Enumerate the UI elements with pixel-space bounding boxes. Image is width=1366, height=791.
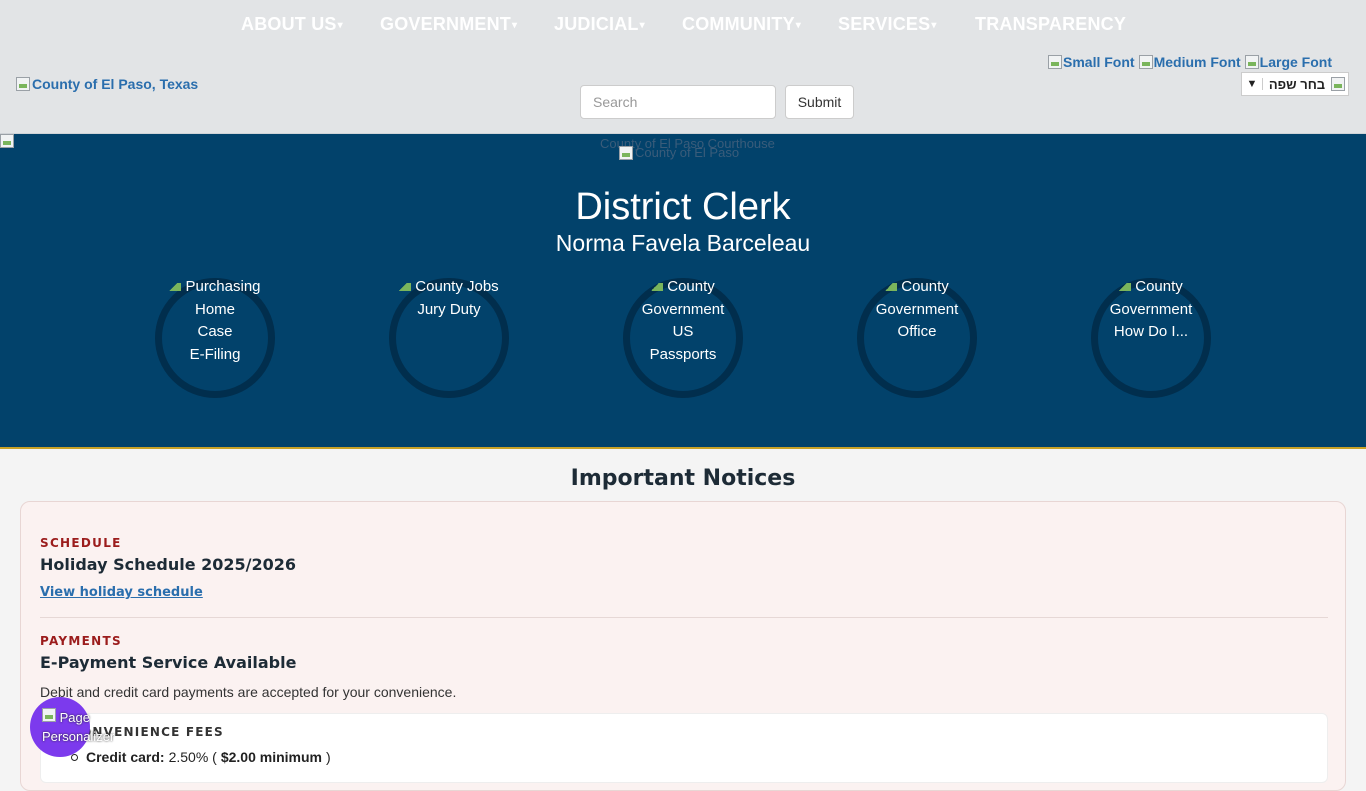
logo-alt-text: County of El Paso, Texas [32,76,199,92]
nav-label: SERVICES [838,14,931,34]
large-font-button[interactable]: Large Font [1244,54,1333,70]
nav-label: ABOUT US [241,14,337,34]
notices-card: SCHEDULE Holiday Schedule 2025/2026 View… [20,501,1346,791]
quicklink-line: County Jobs [369,276,529,299]
quicklink-office[interactable]: County Government Office [857,278,977,398]
holiday-schedule-link[interactable]: View holiday schedule [40,585,203,600]
hero-seal-alt-text: County of El Paso [635,145,740,160]
medium-font-label: Medium Font [1153,54,1241,70]
dropdown-arrow-icon: ▼ [1242,78,1263,90]
nav-judicial[interactable]: JUDICIAL▾ [554,14,645,35]
broken-image-icon [0,134,14,148]
hero-seal-alt: County of El Paso [619,145,739,160]
quicklink-text: County Jobs Jury Duty [369,276,529,321]
quicklink-line: E-Filing [189,345,241,363]
quicklink-line: Office [897,323,937,340]
broken-image-icon [619,145,633,160]
nav-label: GOVERNMENT [380,14,512,34]
fees-box: CONVENIENCE FEES Credit card: 2.50% ($2.… [40,713,1328,783]
search-input[interactable] [580,85,776,119]
quicklink-line: Government [875,300,959,318]
quicklink-line: County [1071,276,1231,299]
caret-down-icon: ▾ [931,19,937,31]
nav-community[interactable]: COMMUNITY▾ [682,14,801,35]
nav-label: JUDICIAL [554,14,639,34]
top-navigation: ABOUT US▾ GOVERNMENT▾ JUDICIAL▾ COMMUNIT… [0,14,1366,38]
caret-down-icon: ▾ [639,19,645,31]
caret-down-icon: ▾ [337,19,343,31]
small-font-label: Small Font [1063,54,1135,70]
payments-kicker: PAYMENTS [40,634,122,648]
quicklink-text: County Government How Do I... [1071,276,1231,344]
broken-image-icon [42,708,56,722]
nav-government[interactable]: GOVERNMENT▾ [380,14,517,35]
caret-down-icon: ▾ [512,19,518,31]
quicklink-text: County Government Office [837,276,997,344]
quicklink-how-do-i[interactable]: County Government How Do I... [1091,278,1211,398]
quicklink-line: Government [641,300,725,318]
quicklink-line: Purchasing [135,276,295,299]
fee-item: Credit card: 2.50% ($2.00 minimum) [71,749,331,765]
fee-close: ) [325,749,331,765]
notices-heading: Important Notices [570,466,796,491]
fee-minimum: $2.00 minimum [220,749,322,765]
quicklink-text: Purchasing Home Case E-Filing [135,276,295,366]
font-size-controls: Small Font Medium Font Large Font [1048,54,1332,70]
quicklink-jury-duty[interactable]: County Jobs Jury Duty [389,278,509,398]
broken-image-icon [1331,77,1345,91]
submit-button[interactable]: Submit [785,85,854,119]
nav-about-us[interactable]: ABOUT US▾ [241,14,343,35]
broken-image-icon [1138,55,1153,69]
nav-transparency[interactable]: TRANSPARENCY [975,14,1126,35]
bullet-icon [71,753,78,761]
quicklink-line: Government [1109,300,1193,318]
nav-label: COMMUNITY [682,14,795,34]
quicklink-line: Case [197,323,233,340]
page-personalizer-label: Page Personalizer [42,708,115,744]
county-logo-link[interactable]: County of El Paso, Texas [16,76,198,92]
schedule-kicker: SCHEDULE [40,536,122,550]
leaf-icon [885,283,898,292]
nav-services[interactable]: SERVICES▾ [838,14,937,35]
quicklink-line: Home [194,300,235,318]
quicklink-line: County [603,276,763,299]
leaf-icon [1119,283,1132,292]
page-personalizer-button[interactable]: Page Personalizer [30,697,114,757]
fee-label: Credit card: [86,749,165,765]
leaf-icon [399,283,412,292]
quicklink-line: County [837,276,997,299]
quicklink-line: US [672,323,694,340]
small-font-button[interactable]: Small Font [1048,54,1135,70]
caret-down-icon: ▾ [795,19,802,31]
quicklink-line: How Do I... [1113,323,1189,340]
quicklink-text: County Government US Passports [603,276,763,366]
schedule-title: Holiday Schedule 2025/2026 [40,555,297,574]
language-label: בחר שפה [1268,76,1326,92]
quicklink-efiling[interactable]: Purchasing Home Case E-Filing [155,278,275,398]
large-font-label: Large Font [1259,54,1333,70]
leaf-icon [169,283,182,292]
language-selector[interactable]: ▼ בחר שפה [1241,72,1349,96]
nav-label: TRANSPARENCY [975,14,1127,34]
payments-description: Debit and credit card payments are accep… [40,684,457,700]
quicklink-line: Passports [649,345,717,363]
medium-font-button[interactable]: Medium Font [1138,54,1241,70]
site-header: ABOUT US▾ GOVERNMENT▾ JUDICIAL▾ COMMUNIT… [0,0,1366,134]
fee-rate: 2.50% ( [168,749,217,765]
leaf-icon [651,283,664,292]
broken-image-icon [1048,55,1062,69]
page-subtitle: Norma Favela Barceleau [555,230,811,256]
payments-title: E-Payment Service Available [40,653,297,672]
page-title: District Clerk [575,186,791,228]
broken-image-icon [16,77,30,91]
divider [40,617,1328,618]
broken-image-icon [1244,55,1259,69]
quicklink-passports[interactable]: County Government US Passports [623,278,743,398]
quicklink-line: Jury Duty [417,300,481,318]
